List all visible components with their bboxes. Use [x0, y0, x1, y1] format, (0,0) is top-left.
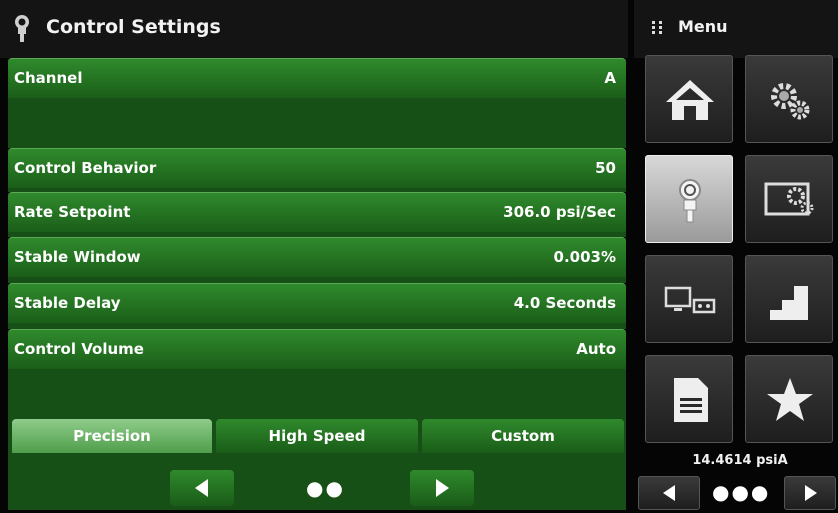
rate-setpoint-row[interactable]: Rate Setpoint 306.0 psi/Sec	[8, 192, 626, 232]
remote-communication-icon	[664, 286, 716, 314]
channel-value: A	[604, 69, 616, 87]
arrow-left-icon	[663, 485, 675, 501]
home-icon	[666, 80, 714, 120]
control-volume-row[interactable]: Control Volume Auto	[8, 329, 626, 369]
settings-tile[interactable]	[745, 55, 833, 143]
channel-label: Channel	[14, 69, 83, 87]
stable-delay-label: Stable Delay	[14, 294, 121, 312]
stable-delay-row[interactable]: Stable Delay 4.0 Seconds	[8, 283, 626, 323]
menu-label: Menu	[678, 17, 728, 36]
control-behavior-row[interactable]: Control Behavior 50	[8, 148, 626, 188]
favorites-tile[interactable]	[745, 355, 833, 443]
control-volume-value: Auto	[576, 340, 616, 358]
mode-high-speed-button[interactable]: High Speed	[216, 419, 418, 453]
home-tile[interactable]	[645, 55, 733, 143]
arrow-left-icon	[195, 479, 208, 497]
settings-gears-icon	[771, 83, 810, 120]
menu-previous-button[interactable]	[638, 476, 700, 510]
arrow-right-icon	[436, 479, 449, 497]
channel-setting-row[interactable]: Channel A	[8, 58, 626, 98]
menu-page-indicator: ●●●	[712, 480, 771, 504]
pressure-gauge-icon	[15, 15, 29, 42]
menu-next-button[interactable]	[784, 476, 836, 510]
channel-row-spacer	[8, 98, 626, 148]
favorite-star-icon	[767, 378, 813, 421]
pressure-reading: 14.4614 psiA	[692, 453, 788, 468]
title-bar: Control Settings	[0, 0, 628, 58]
control-volume-label: Control Volume	[14, 340, 144, 358]
step-program-tile[interactable]	[745, 255, 833, 343]
page-indicator: ●●	[306, 476, 345, 500]
previous-page-button[interactable]	[170, 470, 234, 506]
grid-dots-icon	[652, 21, 662, 34]
documents-tile[interactable]	[645, 355, 733, 443]
arrow-right-icon	[805, 485, 817, 501]
remote-communication-tile[interactable]	[645, 255, 733, 343]
page-title: Control Settings	[46, 16, 221, 38]
document-icon	[674, 378, 708, 422]
stable-delay-value: 4.0 Seconds	[513, 294, 616, 312]
mode-precision-button[interactable]: Precision	[12, 419, 212, 453]
pressure-transducer-icon	[679, 179, 701, 223]
next-page-button[interactable]	[410, 470, 474, 506]
menu-header-button[interactable]: Menu	[634, 0, 838, 58]
rate-setpoint-value: 306.0 psi/Sec	[503, 203, 616, 221]
display-settings-icon	[764, 182, 814, 216]
control-behavior-value: 50	[595, 159, 616, 177]
stable-window-label: Stable Window	[14, 248, 141, 266]
step-program-icon	[770, 286, 808, 320]
control-behavior-label: Control Behavior	[14, 159, 157, 177]
stable-window-row[interactable]: Stable Window 0.003%	[8, 237, 626, 277]
mode-custom-button[interactable]: Custom	[422, 419, 624, 453]
rate-setpoint-label: Rate Setpoint	[14, 203, 131, 221]
stable-window-value: 0.003%	[553, 248, 616, 266]
control-settings-tile[interactable]	[645, 155, 733, 243]
display-settings-tile[interactable]	[745, 155, 833, 243]
